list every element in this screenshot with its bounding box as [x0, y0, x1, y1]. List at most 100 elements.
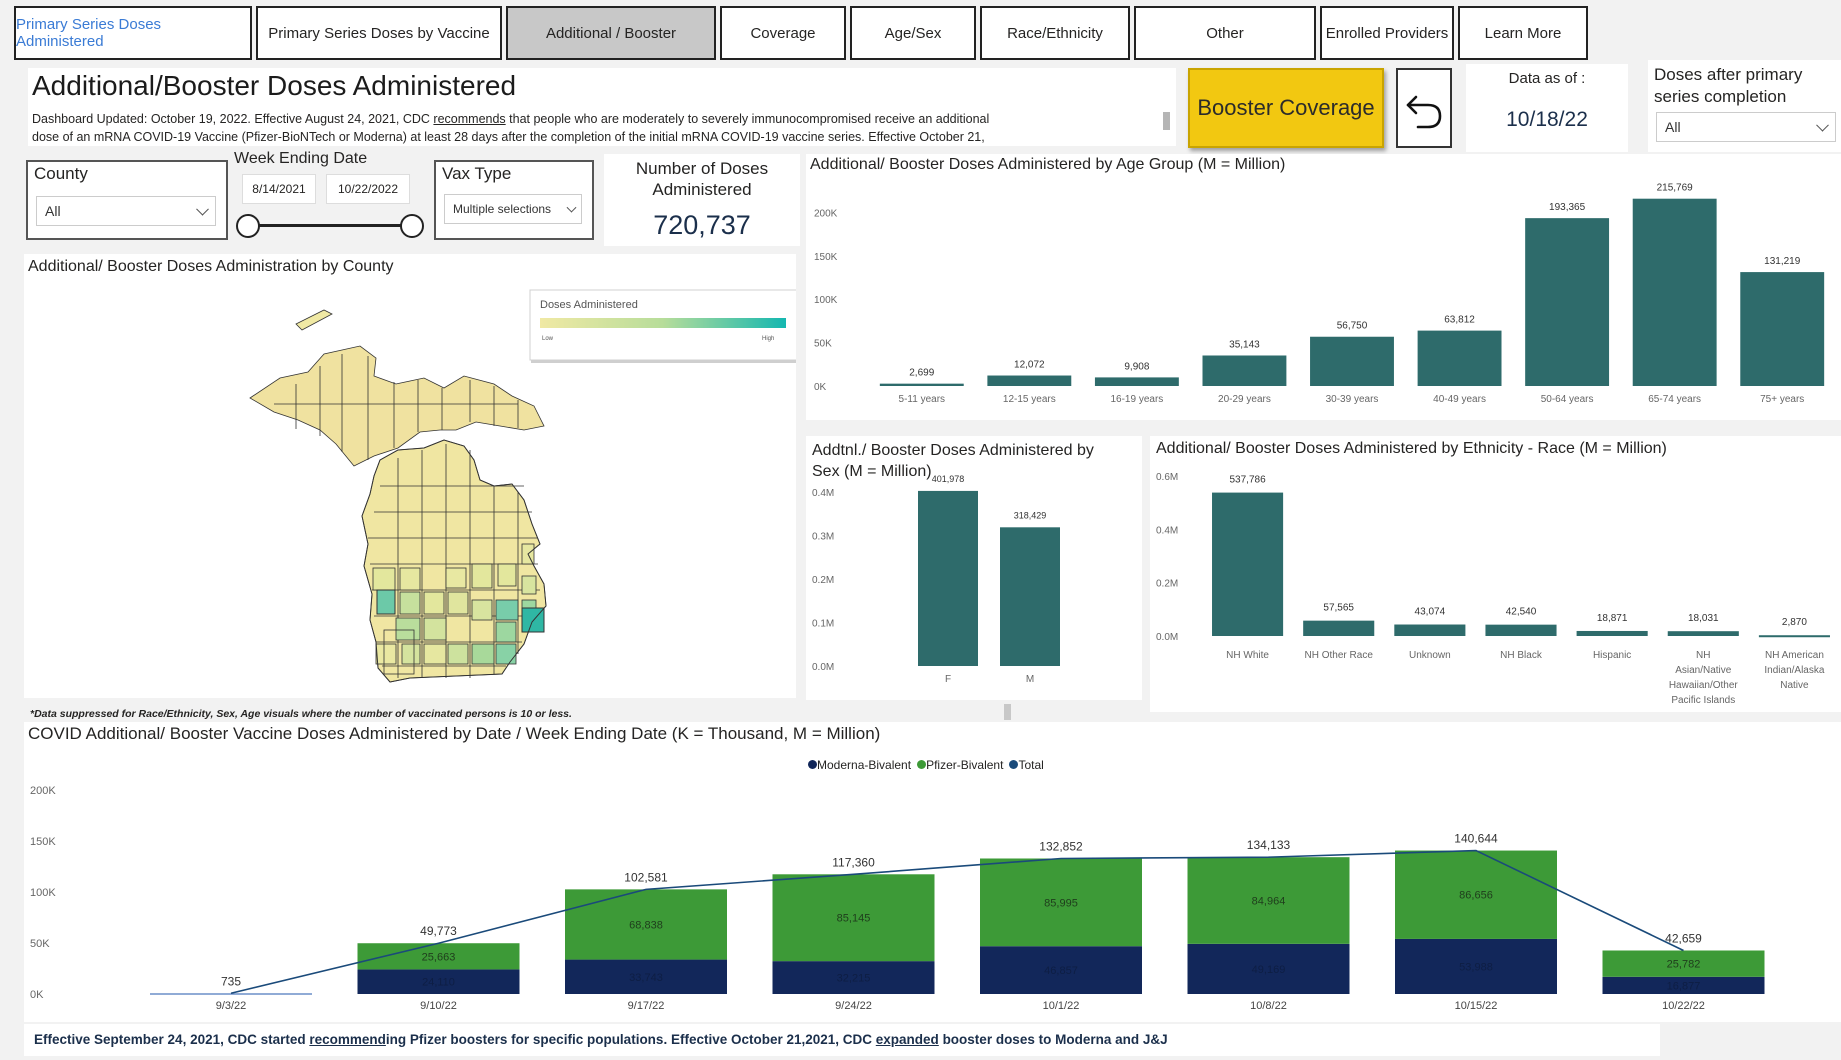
date-slider-end-handle[interactable]	[400, 214, 424, 238]
x-tick-label: Hispanic	[1593, 650, 1631, 661]
x-tick-label: NH	[1696, 650, 1710, 661]
chevron-down-icon	[1816, 118, 1829, 132]
back-button[interactable]	[1396, 68, 1452, 148]
tab-enrolled-providers[interactable]: Enrolled Providers	[1320, 6, 1454, 60]
x-tick-label: NH American	[1765, 650, 1824, 661]
legend-gradient	[540, 318, 786, 328]
moderna-data-label: 46,857	[1044, 965, 1078, 977]
week-ending-slicer: Week Ending Date 8/14/2021 10/22/2022	[234, 148, 430, 244]
x-tick-label: Pacific Islands	[1671, 695, 1735, 706]
footer-note-panel: Effective September 24, 2021, CDC starte…	[24, 1024, 1660, 1056]
x-tick-label: Native	[1780, 680, 1809, 691]
pfizer-data-label: 85,995	[1044, 897, 1078, 909]
pfizer-data-label: 84,964	[1252, 896, 1286, 908]
start-date-input[interactable]: 8/14/2021	[242, 174, 316, 204]
race-bar	[1758, 635, 1830, 638]
total-data-label: 49,773	[420, 924, 457, 938]
age-bar-chart: 0K 50K 100K 150K 200K 2,699 5-11 years 12,072 12…	[814, 183, 1825, 405]
x-tick-label: Unknown	[1409, 650, 1451, 661]
tab-age-sex[interactable]: Age/Sex	[850, 6, 976, 60]
michigan-county-map[interactable]: Doses Administered Low High	[24, 254, 796, 698]
y-tick-label: 150K	[30, 836, 56, 848]
x-tick-label: NH White	[1226, 650, 1269, 661]
recommends-link[interactable]: recommends	[433, 112, 505, 126]
bar-data-label: 193,365	[1549, 202, 1586, 213]
age-bar	[1525, 218, 1610, 386]
bar-data-label: 215,769	[1657, 183, 1694, 194]
x-tick-label: Hawaiian/Other	[1669, 680, 1739, 691]
age-chart-panel: Additional/ Booster Doses Administered b…	[806, 154, 1841, 420]
race-bar	[1303, 620, 1375, 636]
x-tick-label: 9/10/22	[420, 1000, 457, 1012]
race-bar	[1485, 624, 1557, 636]
age-bar	[1202, 355, 1287, 386]
bar-data-label: 57,565	[1323, 603, 1354, 614]
y-tick-label: 100K	[814, 295, 838, 306]
y-tick-label: 200K	[30, 785, 56, 797]
y-tick-label: 0.4M	[1156, 525, 1178, 536]
x-tick-label: 75+ years	[1760, 394, 1804, 405]
x-tick-label: 50-64 years	[1541, 394, 1594, 405]
y-tick-label: 0K	[814, 382, 827, 393]
section-scroll-marker[interactable]	[1004, 704, 1011, 720]
county-dropdown[interactable]: All	[36, 196, 216, 226]
weekly-chart-panel: COVID Additional/ Booster Vaccine Doses …	[24, 722, 1841, 1022]
tab-other[interactable]: Other	[1134, 6, 1316, 60]
kpi-value: 720,737	[653, 210, 751, 240]
doses-after-primary-dropdown[interactable]: All	[1656, 112, 1836, 142]
bar-data-label: 401,978	[932, 474, 965, 484]
age-bar	[1417, 330, 1502, 386]
x-tick-label: 9/3/22	[216, 1000, 247, 1012]
suppression-note: *Data suppressed for Race/Ethnicity, Sex…	[30, 708, 572, 720]
x-tick-label: 9/24/22	[835, 1000, 872, 1012]
header-panel: Additional/Booster Doses Administered Da…	[28, 68, 1176, 146]
end-date-input[interactable]: 10/22/2022	[326, 174, 410, 204]
sex-bar-chart: 0.0M 0.1M 0.2M 0.3M 0.4M 401,978 F 318,429 M	[812, 474, 1060, 685]
race-bar	[1212, 492, 1284, 636]
tab-primary-series-by-vaccine[interactable]: Primary Series Doses by Vaccine	[256, 6, 502, 60]
age-bar	[1632, 198, 1717, 386]
tab-race-ethnicity[interactable]: Race/Ethnicity	[980, 6, 1130, 60]
pfizer-bar	[150, 993, 312, 995]
recommend-link[interactable]: recommend	[309, 1032, 386, 1047]
bar-data-label: 537,786	[1229, 475, 1266, 486]
x-tick-label: 10/22/22	[1662, 1000, 1705, 1012]
y-tick-label: 0.1M	[812, 618, 834, 629]
y-tick-label: 0.3M	[812, 531, 834, 542]
bar-data-label: 318,429	[1014, 510, 1047, 520]
legend-title: Doses Administered	[540, 299, 638, 311]
expanded-link[interactable]: expanded	[876, 1032, 939, 1047]
weekly-stacked-chart: 0K 50K 100K 150K 200K 735 9/3/22 24,110 25,663 49…	[30, 785, 1765, 1012]
tab-coverage[interactable]: Coverage	[720, 6, 846, 60]
sex-bar	[1000, 527, 1060, 666]
booster-coverage-button[interactable]: Booster Coverage	[1188, 68, 1384, 148]
date-slider-track[interactable]	[246, 224, 410, 227]
tab-additional-booster[interactable]: Additional / Booster	[506, 6, 716, 60]
total-data-label: 42,659	[1665, 931, 1702, 945]
y-tick-label: 0.4M	[812, 488, 834, 499]
moderna-data-label: 24,110	[422, 977, 455, 989]
pfizer-data-label: 25,782	[1667, 959, 1701, 971]
vax-type-dropdown[interactable]: Multiple selections	[444, 194, 582, 224]
vax-type-slicer: Vax Type Multiple selections	[434, 160, 594, 240]
lower-peninsula	[361, 439, 547, 683]
date-slider-start-handle[interactable]	[236, 214, 260, 238]
sex-bar	[918, 490, 978, 666]
x-tick-label: 30-39 years	[1326, 394, 1379, 405]
x-tick-label: F	[945, 674, 951, 685]
bar-data-label: 18,031	[1688, 613, 1719, 624]
tab-primary-series-doses[interactable]: Primary Series Doses Administered	[14, 6, 252, 60]
map-legend-box: Doses Administered Low High	[529, 289, 796, 363]
description-scrollbar[interactable]	[1163, 112, 1170, 130]
x-tick-label: M	[1026, 674, 1034, 685]
total-data-label: 735	[221, 974, 241, 988]
x-tick-label: 12-15 years	[1003, 394, 1056, 405]
tab-learn-more[interactable]: Learn More	[1458, 6, 1588, 60]
bar-data-label: 12,072	[1014, 360, 1045, 371]
x-tick-label: 16-19 years	[1110, 394, 1163, 405]
page-title: Additional/Booster Doses Administered	[32, 70, 517, 101]
y-tick-label: 0.2M	[812, 575, 834, 586]
bar-data-label: 9,908	[1124, 361, 1149, 372]
y-tick-label: 50K	[30, 938, 50, 950]
age-bar	[879, 383, 964, 386]
